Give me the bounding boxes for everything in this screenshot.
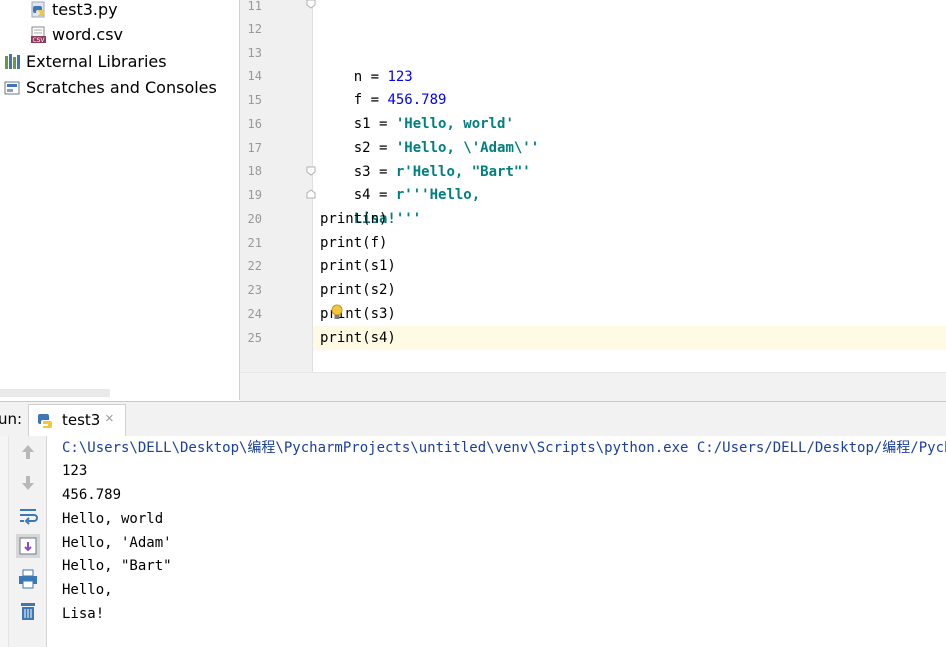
fold-marker-icon[interactable] — [306, 166, 316, 176]
line-number: 19 — [247, 188, 262, 202]
code-line-25: print(s4) — [320, 330, 396, 346]
python-icon — [38, 414, 52, 428]
line-number: 11 — [247, 0, 262, 13]
line-number: 14 — [247, 69, 262, 83]
console-output-line: Lisa! — [62, 606, 105, 622]
line-number: 15 — [247, 93, 262, 107]
line-number: 17 — [247, 141, 262, 155]
tree-item-label: word.csv — [52, 25, 124, 44]
line-number: 24 — [247, 307, 262, 321]
console-output-line: Hello, 'Adam' — [62, 535, 172, 551]
line-number: 13 — [247, 46, 262, 60]
down-arrow-icon[interactable] — [16, 471, 40, 495]
csv-file-icon: CSV — [31, 26, 46, 44]
fold-end-marker-icon[interactable] — [306, 189, 316, 199]
fold-marker-icon[interactable] — [306, 0, 316, 9]
code-line-17: s3 = r'Hello, "Bart"' — [320, 136, 531, 180]
code-editor[interactable]: 11 12 13 14 15 16 17 18 19 20 21 22 23 2… — [239, 0, 946, 401]
run-panel-title: un: — [0, 410, 23, 428]
run-tab-test3[interactable]: test3 × — [28, 404, 126, 436]
print-icon[interactable] — [16, 567, 40, 591]
code-line-16: s2 = 'Hello, \'Adam\'' — [320, 112, 539, 156]
code-line-18: s4 = r'''Hello, — [320, 159, 480, 203]
console-output-line: Hello, — [62, 582, 113, 598]
run-panel-header: un: test3 × — [0, 401, 946, 437]
code-line-19: Lisa!''' — [320, 183, 421, 227]
close-icon[interactable]: × — [105, 410, 114, 427]
code-line-23: print(s2) — [320, 282, 396, 298]
editor-bottom-area — [240, 372, 946, 401]
trash-icon[interactable] — [16, 599, 40, 623]
run-panel-body: C:\Users\DELL\Desktop\编程\PycharmProjects… — [0, 436, 946, 647]
run-toolbar — [9, 436, 47, 647]
code-line-13: n = 123 — [320, 41, 413, 85]
line-number: 22 — [247, 259, 262, 273]
line-number: 16 — [247, 117, 262, 131]
editor-gutter: 11 12 13 14 15 16 17 18 19 20 21 22 23 2… — [240, 0, 316, 372]
console-command-line: C:\Users\DELL\Desktop\编程\PycharmProjects… — [62, 440, 946, 456]
run-left-strip — [0, 436, 9, 647]
console-output-line: Hello, world — [62, 511, 164, 527]
tree-item-label: Scratches and Consoles — [26, 78, 217, 97]
tree-item-label: test3.py — [52, 0, 118, 19]
project-tree-panel: test3.py CSV word.csv External Libraries… — [0, 0, 239, 400]
line-number: 25 — [247, 331, 262, 345]
line-number: 18 — [247, 164, 262, 178]
line-number: 20 — [247, 212, 262, 226]
scratches-icon — [4, 81, 20, 95]
code-line-15: s1 = 'Hello, world' — [320, 88, 514, 132]
libraries-icon — [5, 54, 20, 69]
scroll-to-end-icon[interactable] — [16, 534, 40, 558]
console-output-line: Hello, "Bart" — [62, 558, 172, 574]
tree-item-label: External Libraries — [26, 52, 167, 71]
code-line-20: print(n) — [320, 211, 388, 227]
soft-wrap-icon[interactable] — [16, 503, 40, 527]
code-line-21: print(f) — [320, 235, 388, 251]
code-line-14: f = 456.789 — [320, 64, 447, 108]
up-arrow-icon[interactable] — [16, 440, 40, 464]
lightbulb-icon[interactable] — [330, 304, 344, 322]
line-number: 12 — [247, 22, 262, 36]
line-number: 23 — [247, 283, 262, 297]
console-output-line: 456.789 — [62, 487, 122, 503]
line-number: 21 — [247, 236, 262, 250]
python-file-icon — [31, 1, 45, 18]
tree-horizontal-scrollbar[interactable] — [0, 389, 110, 397]
code-line-22: print(s1) — [320, 258, 396, 274]
run-tab-label: test3 — [62, 411, 101, 429]
console-output-line: 123 — [62, 463, 88, 479]
svg-text:CSV: CSV — [32, 37, 45, 44]
